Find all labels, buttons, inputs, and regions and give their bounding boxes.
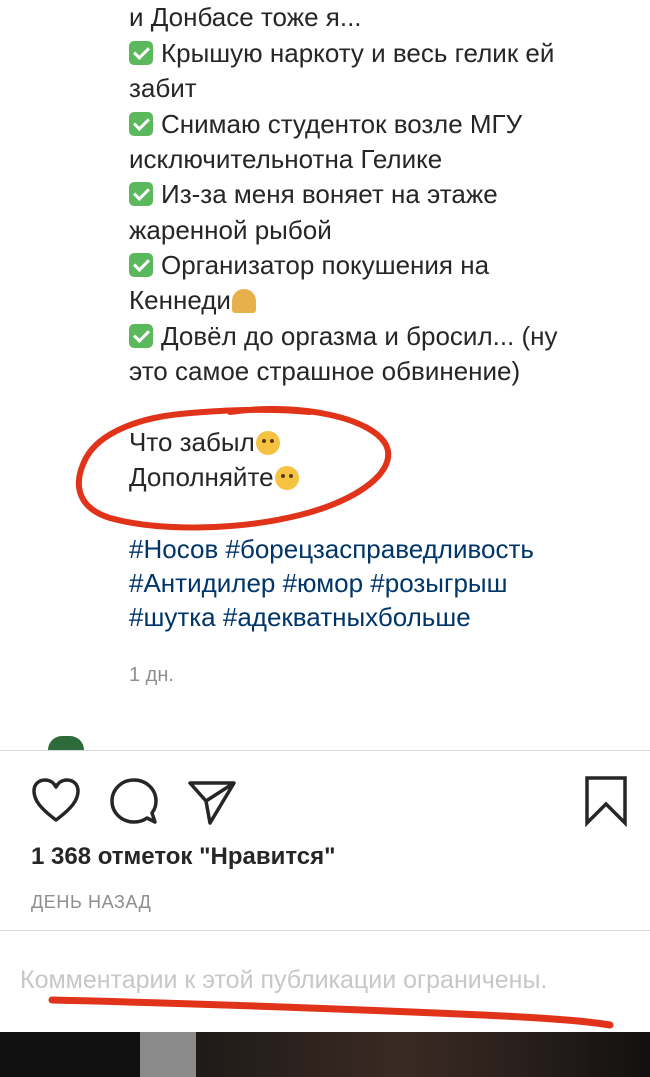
caption-line: и Донбасе тоже я... [129,2,362,32]
laughing-tears-emoji-icon [274,466,299,490]
comment-bubble-icon[interactable] [108,775,160,827]
caption-line: Довёл до оргазма и бросил... (ну [129,319,558,354]
comment-timestamp: 1 дн. [129,664,174,686]
avatar[interactable] [48,736,84,750]
hashtag-link[interactable]: #шутка #адекватныхбольше [129,602,471,632]
caption-line: это самое страшное обвинение) [129,356,521,386]
hashtag-link[interactable]: #Носов #борецзасправедливость [129,534,534,564]
caption-line: Дополняйте [129,460,299,495]
image-segment [140,1032,196,1077]
caption-line: Кеннеди [129,283,256,318]
check-mark-icon [129,324,153,348]
post-date: ДЕНЬ НАЗАД [31,892,152,912]
check-mark-icon [129,41,153,65]
caption-line: Крышую наркоту и весь гелик ей [129,36,554,71]
section-divider [0,930,650,931]
section-divider [0,750,650,751]
paper-plane-icon[interactable] [186,775,238,827]
red-underline-annotation [48,996,614,1029]
image-segment [196,1032,650,1077]
caption-line: исключительнотна Гелике [129,144,443,174]
caption-line: Что забыл [129,425,280,460]
caption-line: жаренной рыбой [129,215,332,245]
heart-outline-icon[interactable] [30,775,82,827]
check-mark-icon [129,182,153,206]
caption-line: Снимаю студенток возле МГУ [129,107,522,142]
thinking-emoji-icon [255,431,280,455]
hashtag-link[interactable]: #Антидилер #юмор #розыгрыш [129,568,507,598]
caption-line: забит [129,73,197,103]
caption-line: Из-за меня воняет на этаже [129,177,498,212]
bookmark-outline-icon[interactable] [581,775,633,827]
hashtags: #Носов #борецзасправедливость #Антидилер… [129,532,534,634]
check-mark-icon [129,112,153,136]
facepalm-emoji-icon [231,289,256,313]
caption-line: Организатор покушения на [129,248,489,283]
likes-count[interactable]: 1 368 отметок "Нравится" [31,843,336,871]
check-mark-icon [129,253,153,277]
comments-restricted-notice: Комментарии к этой публикации ограничены… [20,966,548,994]
